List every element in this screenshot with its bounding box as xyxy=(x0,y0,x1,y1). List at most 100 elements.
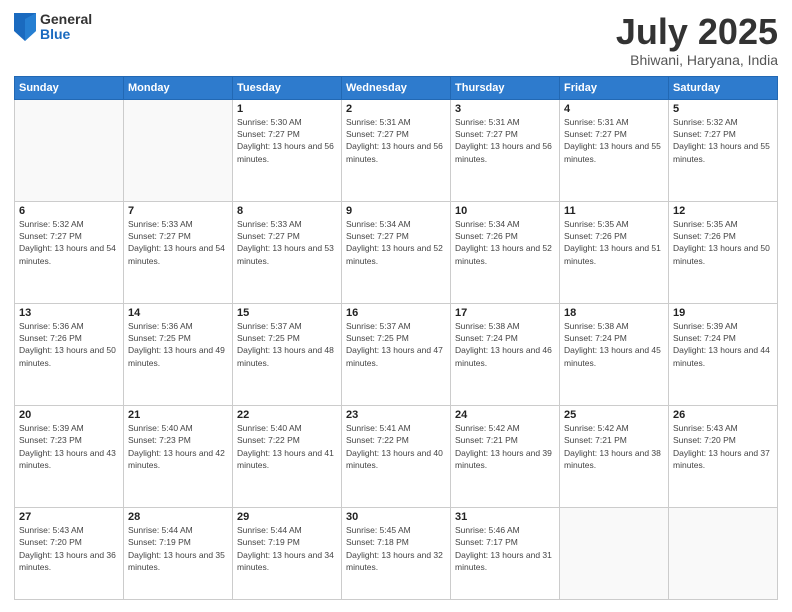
col-sunday: Sunday xyxy=(15,76,124,99)
table-row: 20Sunrise: 5:39 AM Sunset: 7:23 PM Dayli… xyxy=(15,405,124,507)
sun-info: Sunrise: 5:37 AM Sunset: 7:25 PM Dayligh… xyxy=(237,320,337,369)
table-row: 29Sunrise: 5:44 AM Sunset: 7:19 PM Dayli… xyxy=(233,508,342,600)
logo-text: General Blue xyxy=(40,12,92,43)
table-row: 24Sunrise: 5:42 AM Sunset: 7:21 PM Dayli… xyxy=(451,405,560,507)
sun-info: Sunrise: 5:31 AM Sunset: 7:27 PM Dayligh… xyxy=(564,116,664,165)
table-row: 9Sunrise: 5:34 AM Sunset: 7:27 PM Daylig… xyxy=(342,201,451,303)
col-thursday: Thursday xyxy=(451,76,560,99)
day-number: 22 xyxy=(237,409,337,421)
table-row: 21Sunrise: 5:40 AM Sunset: 7:23 PM Dayli… xyxy=(124,405,233,507)
table-row xyxy=(560,508,669,600)
table-row: 2Sunrise: 5:31 AM Sunset: 7:27 PM Daylig… xyxy=(342,99,451,201)
day-number: 2 xyxy=(346,103,446,115)
calendar-week-row: 20Sunrise: 5:39 AM Sunset: 7:23 PM Dayli… xyxy=(15,405,778,507)
day-number: 8 xyxy=(237,205,337,217)
sun-info: Sunrise: 5:39 AM Sunset: 7:23 PM Dayligh… xyxy=(19,422,119,471)
table-row: 4Sunrise: 5:31 AM Sunset: 7:27 PM Daylig… xyxy=(560,99,669,201)
table-row: 28Sunrise: 5:44 AM Sunset: 7:19 PM Dayli… xyxy=(124,508,233,600)
location: Bhiwani, Haryana, India xyxy=(616,52,778,68)
table-row: 12Sunrise: 5:35 AM Sunset: 7:26 PM Dayli… xyxy=(669,201,778,303)
day-number: 5 xyxy=(673,103,773,115)
day-number: 1 xyxy=(237,103,337,115)
calendar-week-row: 6Sunrise: 5:32 AM Sunset: 7:27 PM Daylig… xyxy=(15,201,778,303)
sun-info: Sunrise: 5:46 AM Sunset: 7:17 PM Dayligh… xyxy=(455,524,555,573)
day-number: 12 xyxy=(673,205,773,217)
sun-info: Sunrise: 5:45 AM Sunset: 7:18 PM Dayligh… xyxy=(346,524,446,573)
logo-blue-text: Blue xyxy=(40,27,92,42)
day-number: 19 xyxy=(673,307,773,319)
table-row: 7Sunrise: 5:33 AM Sunset: 7:27 PM Daylig… xyxy=(124,201,233,303)
sun-info: Sunrise: 5:43 AM Sunset: 7:20 PM Dayligh… xyxy=(19,524,119,573)
day-number: 11 xyxy=(564,205,664,217)
sun-info: Sunrise: 5:36 AM Sunset: 7:26 PM Dayligh… xyxy=(19,320,119,369)
day-number: 13 xyxy=(19,307,119,319)
day-number: 3 xyxy=(455,103,555,115)
sun-info: Sunrise: 5:38 AM Sunset: 7:24 PM Dayligh… xyxy=(564,320,664,369)
sun-info: Sunrise: 5:39 AM Sunset: 7:24 PM Dayligh… xyxy=(673,320,773,369)
table-row: 19Sunrise: 5:39 AM Sunset: 7:24 PM Dayli… xyxy=(669,303,778,405)
table-row: 11Sunrise: 5:35 AM Sunset: 7:26 PM Dayli… xyxy=(560,201,669,303)
calendar-week-row: 13Sunrise: 5:36 AM Sunset: 7:26 PM Dayli… xyxy=(15,303,778,405)
sun-info: Sunrise: 5:32 AM Sunset: 7:27 PM Dayligh… xyxy=(19,218,119,267)
sun-info: Sunrise: 5:40 AM Sunset: 7:22 PM Dayligh… xyxy=(237,422,337,471)
calendar-table: Sunday Monday Tuesday Wednesday Thursday… xyxy=(14,76,778,600)
col-saturday: Saturday xyxy=(669,76,778,99)
day-number: 15 xyxy=(237,307,337,319)
day-number: 20 xyxy=(19,409,119,421)
day-number: 27 xyxy=(19,511,119,523)
table-row xyxy=(124,99,233,201)
table-row: 31Sunrise: 5:46 AM Sunset: 7:17 PM Dayli… xyxy=(451,508,560,600)
table-row: 1Sunrise: 5:30 AM Sunset: 7:27 PM Daylig… xyxy=(233,99,342,201)
page: General Blue July 2025 Bhiwani, Haryana,… xyxy=(0,0,792,612)
title-block: July 2025 Bhiwani, Haryana, India xyxy=(616,12,778,68)
table-row: 17Sunrise: 5:38 AM Sunset: 7:24 PM Dayli… xyxy=(451,303,560,405)
day-number: 28 xyxy=(128,511,228,523)
day-number: 16 xyxy=(346,307,446,319)
col-friday: Friday xyxy=(560,76,669,99)
table-row: 10Sunrise: 5:34 AM Sunset: 7:26 PM Dayli… xyxy=(451,201,560,303)
table-row xyxy=(669,508,778,600)
sun-info: Sunrise: 5:41 AM Sunset: 7:22 PM Dayligh… xyxy=(346,422,446,471)
day-number: 9 xyxy=(346,205,446,217)
sun-info: Sunrise: 5:30 AM Sunset: 7:27 PM Dayligh… xyxy=(237,116,337,165)
table-row: 14Sunrise: 5:36 AM Sunset: 7:25 PM Dayli… xyxy=(124,303,233,405)
header: General Blue July 2025 Bhiwani, Haryana,… xyxy=(14,12,778,68)
sun-info: Sunrise: 5:35 AM Sunset: 7:26 PM Dayligh… xyxy=(673,218,773,267)
table-row xyxy=(15,99,124,201)
day-number: 31 xyxy=(455,511,555,523)
sun-info: Sunrise: 5:38 AM Sunset: 7:24 PM Dayligh… xyxy=(455,320,555,369)
table-row: 6Sunrise: 5:32 AM Sunset: 7:27 PM Daylig… xyxy=(15,201,124,303)
sun-info: Sunrise: 5:31 AM Sunset: 7:27 PM Dayligh… xyxy=(346,116,446,165)
day-number: 10 xyxy=(455,205,555,217)
sun-info: Sunrise: 5:44 AM Sunset: 7:19 PM Dayligh… xyxy=(128,524,228,573)
logo-icon xyxy=(14,13,36,41)
table-row: 22Sunrise: 5:40 AM Sunset: 7:22 PM Dayli… xyxy=(233,405,342,507)
day-number: 29 xyxy=(237,511,337,523)
calendar-header-row: Sunday Monday Tuesday Wednesday Thursday… xyxy=(15,76,778,99)
table-row: 26Sunrise: 5:43 AM Sunset: 7:20 PM Dayli… xyxy=(669,405,778,507)
day-number: 21 xyxy=(128,409,228,421)
sun-info: Sunrise: 5:35 AM Sunset: 7:26 PM Dayligh… xyxy=(564,218,664,267)
table-row: 30Sunrise: 5:45 AM Sunset: 7:18 PM Dayli… xyxy=(342,508,451,600)
col-tuesday: Tuesday xyxy=(233,76,342,99)
day-number: 23 xyxy=(346,409,446,421)
table-row: 18Sunrise: 5:38 AM Sunset: 7:24 PM Dayli… xyxy=(560,303,669,405)
sun-info: Sunrise: 5:43 AM Sunset: 7:20 PM Dayligh… xyxy=(673,422,773,471)
table-row: 25Sunrise: 5:42 AM Sunset: 7:21 PM Dayli… xyxy=(560,405,669,507)
table-row: 8Sunrise: 5:33 AM Sunset: 7:27 PM Daylig… xyxy=(233,201,342,303)
logo: General Blue xyxy=(14,12,92,43)
sun-info: Sunrise: 5:42 AM Sunset: 7:21 PM Dayligh… xyxy=(564,422,664,471)
day-number: 17 xyxy=(455,307,555,319)
table-row: 27Sunrise: 5:43 AM Sunset: 7:20 PM Dayli… xyxy=(15,508,124,600)
day-number: 4 xyxy=(564,103,664,115)
day-number: 14 xyxy=(128,307,228,319)
day-number: 6 xyxy=(19,205,119,217)
sun-info: Sunrise: 5:40 AM Sunset: 7:23 PM Dayligh… xyxy=(128,422,228,471)
table-row: 23Sunrise: 5:41 AM Sunset: 7:22 PM Dayli… xyxy=(342,405,451,507)
day-number: 24 xyxy=(455,409,555,421)
day-number: 18 xyxy=(564,307,664,319)
table-row: 15Sunrise: 5:37 AM Sunset: 7:25 PM Dayli… xyxy=(233,303,342,405)
month-title: July 2025 xyxy=(616,12,778,52)
calendar-week-row: 27Sunrise: 5:43 AM Sunset: 7:20 PM Dayli… xyxy=(15,508,778,600)
sun-info: Sunrise: 5:32 AM Sunset: 7:27 PM Dayligh… xyxy=(673,116,773,165)
